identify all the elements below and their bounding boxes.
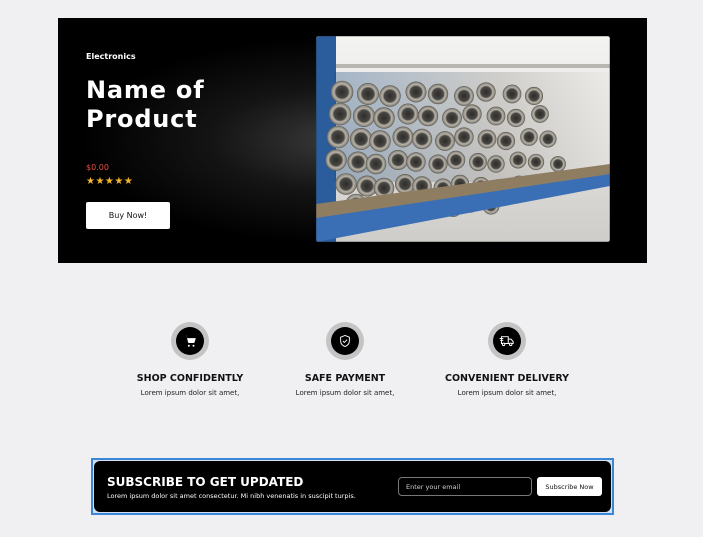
product-category: Electronics [86,52,136,61]
product-hero-banner: Electronics Name of Product $0.00 ★★★★★ … [58,18,647,263]
pipe-end [496,131,516,151]
pipe-end [335,173,357,195]
pipe-end [397,103,419,125]
pipe-end [427,83,449,105]
pipe-end [330,80,354,104]
pipe-end [356,82,380,106]
pipe-end [462,104,482,124]
pipe-end [454,86,474,106]
feature-text: Lorem ipsum dolor sit amet, [457,389,557,397]
feature-convenient-delivery: CONVENIENT DELIVERY Lorem ipsum dolor si… [432,322,582,397]
pipe-end [365,153,387,175]
pipe-end [347,151,369,173]
pipe-end [442,108,462,128]
delivery-truck-icon [488,322,526,360]
pipe-end [417,105,439,127]
feature-text: Lorem ipsum dolor sit amet, [295,389,395,397]
subscribe-now-button[interactable]: Subscribe Now [537,477,602,496]
pipe-end [349,127,373,151]
pipe-end [435,131,455,151]
email-input[interactable] [398,477,532,496]
pipes-photo [316,36,610,242]
pipe-end [506,108,526,128]
pipe-end [406,152,426,172]
subscribe-banner: SUBSCRIBE TO GET UPDATED Lorem ipsum dol… [94,461,611,512]
pipe-end [477,129,497,149]
pipe-end [379,85,401,107]
feature-title: SAFE PAYMENT [304,373,386,384]
pipe-end [509,151,527,169]
pipe-end [392,126,414,148]
pipe-end [373,107,395,129]
subscribe-title: SUBSCRIBE TO GET UPDATED [107,475,304,489]
star-rating: ★★★★★ [86,176,134,187]
pipe-end [454,127,474,147]
pipe-end [527,153,545,171]
pipe-end [387,149,409,171]
pipe-end [520,128,538,146]
pipe-end [524,86,544,106]
feature-safe-payment: SAFE PAYMENT Lorem ipsum dolor sit amet, [270,322,420,397]
pipe-end [446,150,466,170]
pipe-end [352,104,376,128]
pipe-end [411,128,433,150]
feature-title: SHOP CONFIDENTLY [136,373,244,384]
feature-text: Lorem ipsum dolor sit amet, [140,389,240,397]
pipe-end [428,154,448,174]
hero-text-column: Electronics Name of Product $0.00 ★★★★★ … [86,18,306,263]
pipe-end [487,155,505,173]
product-price: $0.00 [86,163,109,172]
pipe-end [326,125,350,149]
feature-shop-confidently: SHOP CONFIDENTLY Lorem ipsum dolor sit a… [115,322,265,397]
pipe-end [476,82,496,102]
shield-check-icon [326,322,364,360]
pipe-end [394,173,416,195]
pipe-end [486,106,506,126]
product-title: Name of Product [86,76,205,133]
pipe-end [531,105,549,123]
pipe-end [328,102,352,126]
pipe-end [325,149,347,171]
subscribe-section-selected: SUBSCRIBE TO GET UPDATED Lorem ipsum dol… [91,458,614,515]
pipe-end [369,130,391,152]
buy-now-button[interactable]: Buy Now! [86,202,170,229]
shopping-cart-icon [171,322,209,360]
pipe-end [469,153,487,171]
product-image [316,36,610,242]
feature-title: CONVENIENT DELIVERY [444,373,570,384]
pipe-end [539,130,557,148]
pipe-end [550,156,566,172]
subscribe-description: Lorem ipsum dolor sit amet consectetur. … [107,492,356,500]
features-section: SHOP CONFIDENTLY Lorem ipsum dolor sit a… [0,322,703,402]
pipe-end [502,84,522,104]
pipe-end [405,81,427,103]
